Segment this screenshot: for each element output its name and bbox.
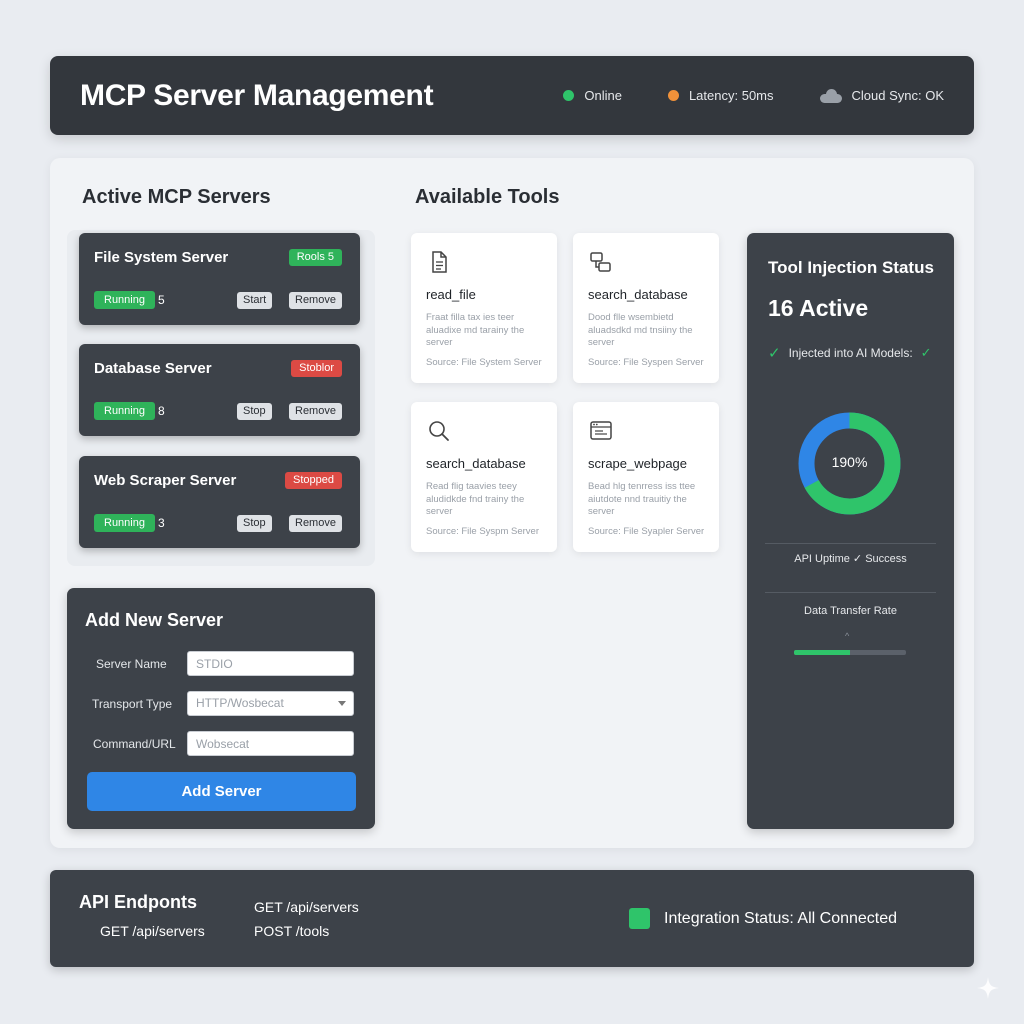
- injected-label: Injected into AI Models:: [788, 346, 913, 360]
- integration-status: Integration Status: All Connected: [629, 908, 897, 929]
- latency-dot-icon: [667, 90, 679, 101]
- check-icon: ✓: [768, 345, 781, 362]
- sparkle-icon: [977, 977, 999, 999]
- tool-source: Source: File System Server: [426, 357, 542, 368]
- status-latency: Latency: 50ms: [667, 88, 774, 103]
- server-badge: Rools 5: [288, 249, 342, 266]
- database-link-icon: [590, 252, 611, 272]
- remove-button[interactable]: Remove: [289, 403, 342, 420]
- server-status-pill: Running: [94, 402, 155, 420]
- check-icon: ✓: [920, 345, 932, 360]
- server-card-web-scraper: Web Scraper Server Stopped Running 3 Sto…: [79, 456, 360, 548]
- status-square-icon: [629, 908, 650, 929]
- server-status-pill: Running: [94, 291, 155, 309]
- active-count: 16 Active: [768, 295, 869, 321]
- tool-card-search-database-2[interactable]: search_database Read flig taavies teey a…: [411, 402, 557, 552]
- injection-title: Tool Injection Status: [768, 258, 934, 277]
- add-server-button[interactable]: Add Server: [87, 772, 356, 811]
- remove-button[interactable]: Remove: [289, 292, 342, 309]
- tool-injection-panel: Tool Injection Status 16 Active ✓ Inject…: [747, 233, 954, 829]
- transfer-marker: ^: [845, 631, 850, 641]
- endpoint-item: GET /api/servers: [100, 923, 205, 939]
- remove-button[interactable]: Remove: [289, 515, 342, 532]
- tools-section-title: Available Tools: [415, 186, 560, 208]
- browser-window-icon: [590, 421, 612, 440]
- tool-source: Source: File Syapler Server: [588, 526, 705, 537]
- server-card-file-system: File System Server Rools 5 Running 5 Sta…: [79, 233, 360, 325]
- tool-name: scrape_webpage: [588, 456, 688, 471]
- server-badge: Stoblor: [291, 360, 342, 377]
- server-card-database: Database Server Stoblor Running 8 Stop R…: [79, 344, 360, 436]
- donut-percentage: 190%: [831, 454, 868, 470]
- tool-card-scrape-webpage[interactable]: scrape_webpage Bead hlg tenrress iss tte…: [573, 402, 719, 552]
- transport-type-label: Transport Type: [92, 697, 173, 711]
- add-server-title: Add New Server: [85, 610, 224, 630]
- status-cloud-sync: Cloud Sync: OK: [819, 88, 945, 103]
- transport-type-select[interactable]: HTTP/Wosbecat: [187, 691, 354, 716]
- server-tool-count: 5: [158, 293, 165, 307]
- tool-name: search_database: [426, 456, 526, 471]
- injected-status: ✓ Injected into AI Models: ✓: [768, 344, 932, 362]
- tool-name: search_database: [588, 287, 688, 302]
- tool-description: Read flig taavies teey aludidkde fnd tra…: [426, 481, 525, 517]
- stop-button[interactable]: Stop: [237, 403, 272, 420]
- server-name: File System Server: [94, 249, 229, 266]
- transfer-progress-bar: [794, 650, 906, 655]
- stop-button[interactable]: Stop: [237, 515, 272, 532]
- endpoint-item: POST /tools: [254, 923, 330, 939]
- online-dot-icon: [563, 90, 575, 101]
- tool-card-read-file[interactable]: read_file Fraat filla tax ies teer aluad…: [411, 233, 557, 383]
- server-tool-count: 3: [158, 516, 165, 530]
- tool-description: Fraat filla tax ies teer aluadixe md tar…: [426, 312, 525, 348]
- transport-type-value: HTTP/Wosbecat: [196, 696, 284, 710]
- command-url-label: Command/URL: [93, 737, 176, 751]
- data-transfer-label: Data Transfer Rate: [804, 605, 897, 617]
- tool-source: Source: File Syspm Server: [426, 526, 539, 537]
- integration-status-label: Integration Status: All Connected: [664, 909, 898, 927]
- tool-name: read_file: [426, 287, 476, 302]
- servers-section-title: Active MCP Servers: [82, 186, 271, 208]
- server-name-label: Server Name: [96, 657, 167, 671]
- api-uptime: API Uptime ✓ Success: [794, 553, 907, 565]
- document-icon: [432, 251, 447, 273]
- divider: [765, 543, 936, 544]
- api-footer: API Endponts GET /api/servers GET /api/s…: [50, 870, 974, 967]
- server-name: Web Scraper Server: [94, 472, 237, 489]
- search-icon: [429, 421, 449, 441]
- server-name-input[interactable]: [187, 651, 354, 676]
- server-status-pill: Running: [94, 514, 155, 532]
- server-tool-count: 8: [158, 404, 165, 418]
- status-online-label: Online: [584, 88, 622, 103]
- app-header: MCP Server Management Online Latency: 50…: [50, 56, 974, 135]
- transfer-progress-fill: [794, 650, 850, 655]
- server-name: Database Server: [94, 360, 212, 377]
- api-endpoints-title: API Endponts: [79, 892, 197, 912]
- server-badge: Stopped: [285, 472, 342, 489]
- start-button[interactable]: Start: [237, 292, 273, 309]
- status-latency-label: Latency: 50ms: [688, 88, 774, 103]
- endpoint-item: GET /api/servers: [254, 899, 359, 915]
- page-title: MCP Server Management: [80, 78, 434, 112]
- chevron-down-icon: [338, 701, 346, 706]
- tool-card-search-database[interactable]: search_database Dood flle wsembietd alua…: [573, 233, 719, 383]
- divider: [765, 592, 936, 593]
- status-cloud-label: Cloud Sync: OK: [851, 88, 945, 103]
- tool-description: Bead hlg tenrress iss ttee aiutdote nnd …: [588, 481, 696, 517]
- header-status-group: Online Latency: 50ms Cloud Sync: OK: [563, 88, 944, 103]
- command-url-input[interactable]: [187, 731, 354, 756]
- tool-source: Source: File Syspen Server: [588, 357, 704, 368]
- tool-description: Dood flle wsembietd aluadsdkd md tnsiiny…: [588, 312, 693, 348]
- cloud-icon: [819, 88, 842, 103]
- status-online: Online: [563, 88, 622, 103]
